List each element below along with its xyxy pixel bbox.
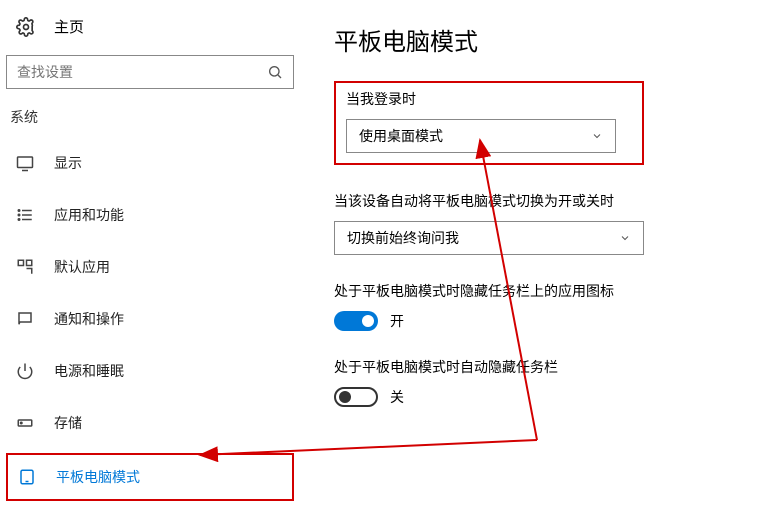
sidebar-item-power[interactable]: 电源和睡眠: [6, 349, 294, 393]
search-icon: [267, 64, 283, 80]
sidebar-item-label: 应用和功能: [54, 205, 124, 225]
sidebar-item-label: 存储: [54, 413, 82, 433]
group-auto-switch: 当该设备自动将平板电脑模式切换为开或关时 切换前始终询问我: [334, 191, 755, 255]
highlight-box: 当我登录时 使用桌面模式: [334, 81, 644, 165]
group-label: 当该设备自动将平板电脑模式切换为开或关时: [334, 191, 755, 211]
storage-icon: [16, 414, 34, 432]
notification-icon: [16, 310, 34, 328]
auto-switch-dropdown[interactable]: 切换前始终询问我: [334, 221, 644, 255]
toggle-text: 关: [390, 387, 404, 407]
sidebar-item-default-apps[interactable]: 默认应用: [6, 245, 294, 289]
group-label: 处于平板电脑模式时自动隐藏任务栏: [334, 357, 755, 377]
home-row[interactable]: 主页: [6, 8, 294, 51]
sidebar-item-label: 电源和睡眠: [54, 361, 124, 381]
group-hide-icons: 处于平板电脑模式时隐藏任务栏上的应用图标 开: [334, 281, 755, 331]
sidebar-item-label: 显示: [54, 153, 82, 173]
power-icon: [16, 362, 34, 380]
sidebar: 主页 系统 显示 应用和功能: [0, 0, 300, 508]
search-box[interactable]: [6, 55, 294, 89]
dropdown-value: 切换前始终询问我: [347, 228, 459, 248]
group-signin: 当我登录时 使用桌面模式: [334, 81, 755, 165]
chevron-down-icon: [619, 232, 631, 244]
toggle-text: 开: [390, 311, 404, 331]
tablet-icon: [18, 468, 36, 486]
hide-taskbar-toggle[interactable]: [334, 387, 378, 407]
sidebar-item-label: 默认应用: [54, 257, 110, 277]
signin-mode-dropdown[interactable]: 使用桌面模式: [346, 119, 616, 153]
dropdown-value: 使用桌面模式: [359, 126, 443, 146]
search-input[interactable]: [17, 64, 267, 80]
category-title: 系统: [10, 107, 294, 127]
group-hide-taskbar: 处于平板电脑模式时自动隐藏任务栏 关: [334, 357, 755, 407]
page-title: 平板电脑模式: [334, 22, 755, 57]
chevron-down-icon: [591, 130, 603, 142]
group-label: 当我登录时: [346, 89, 632, 109]
main-content: 平板电脑模式 当我登录时 使用桌面模式 当该设备自动将平板电脑模式切换为开或关时…: [300, 0, 765, 508]
list-icon: [16, 206, 34, 224]
sidebar-item-tablet-mode[interactable]: 平板电脑模式: [6, 453, 294, 501]
default-apps-icon: [16, 258, 34, 276]
nav-list: 显示 应用和功能 默认应用 通知和操作: [6, 141, 294, 501]
sidebar-item-label: 通知和操作: [54, 309, 124, 329]
monitor-icon: [16, 154, 34, 172]
group-label: 处于平板电脑模式时隐藏任务栏上的应用图标: [334, 281, 755, 301]
sidebar-item-notifications[interactable]: 通知和操作: [6, 297, 294, 341]
gear-icon: [16, 17, 36, 37]
sidebar-item-label: 平板电脑模式: [56, 467, 140, 487]
hide-icons-toggle[interactable]: [334, 311, 378, 331]
sidebar-item-apps[interactable]: 应用和功能: [6, 193, 294, 237]
home-label: 主页: [54, 16, 84, 37]
sidebar-item-display[interactable]: 显示: [6, 141, 294, 185]
sidebar-item-storage[interactable]: 存储: [6, 401, 294, 445]
